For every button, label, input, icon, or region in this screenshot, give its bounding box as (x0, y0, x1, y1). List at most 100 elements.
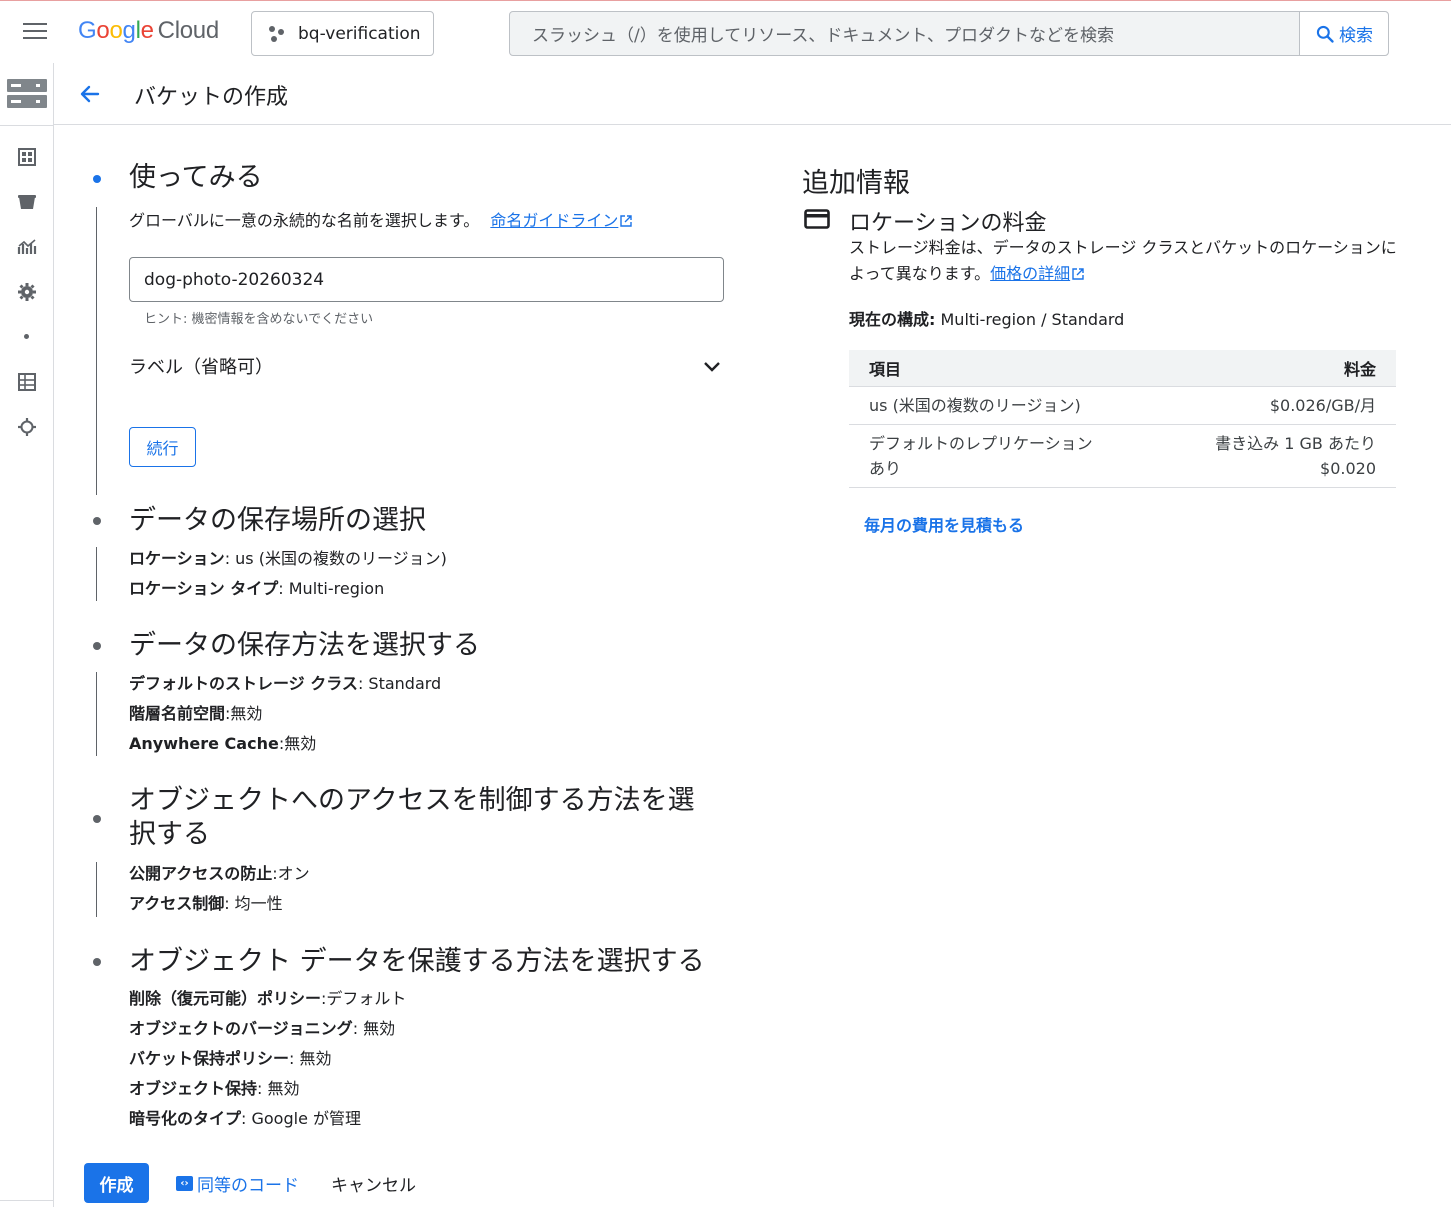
step-2-title[interactable]: データの保存場所の選択 (129, 504, 426, 538)
summary-value: :無効 (225, 704, 263, 723)
step-4-title-line: オブジェクトへのアクセスを制御する方法を選 (129, 785, 695, 816)
search-button[interactable]: 検索 (1299, 12, 1388, 55)
project-icon (268, 25, 286, 43)
bucket-name-input[interactable]: dog-photo-20260324 (129, 257, 724, 302)
step-4-title[interactable]: オブジェクトへのアクセスを制御する方法を選 択する (129, 784, 695, 852)
summary-value: : 無効 (352, 1019, 396, 1038)
current-configuration: 現在の構成: Multi-region / Standard (849, 306, 1124, 330)
continue-button[interactable]: 続行 (129, 427, 196, 467)
search-bar[interactable]: スラッシュ（/）を使用してリソース、ドキュメント、プロダクトなどを検索 検索 (509, 11, 1389, 56)
estimate-monthly-cost-link[interactable]: 毎月の費用を見積もる (864, 512, 1024, 536)
equivalent-code-label: 同等のコード (197, 1175, 299, 1196)
credit-card-icon (804, 209, 830, 229)
step-4-bullet (93, 815, 101, 823)
summary-key: 削除（復元可能）ポリシー (129, 989, 322, 1008)
summary-value: : us (米国の複数のリージョン) (224, 549, 447, 568)
step-1-bullet (93, 175, 101, 183)
summary-key: 階層名前空間 (129, 704, 226, 723)
labels-expander-label: ラベル（省略可） (129, 357, 273, 378)
release-notes-icon[interactable] (17, 417, 37, 437)
current-configuration-value: Multi-region / Standard (935, 310, 1125, 329)
summary-row: オブジェクト保持: 無効 (129, 1074, 406, 1104)
summary-key: Anywhere Cache (129, 734, 279, 753)
chevron-down-icon (704, 362, 720, 372)
summary-key: 暗号化のタイプ (129, 1109, 242, 1128)
search-input[interactable]: スラッシュ（/）を使用してリソース、ドキュメント、プロダクトなどを検索 (510, 12, 1299, 55)
pricing-item-line: あり (869, 458, 902, 478)
page-title: バケットの作成 (134, 85, 289, 110)
summary-row: ロケーション: us (米国の複数のリージョン) (129, 544, 447, 574)
back-arrow-icon[interactable] (78, 82, 102, 106)
summary-value: : Google が管理 (241, 1109, 362, 1128)
project-name: bq-verification (298, 23, 421, 44)
summary-key: ロケーション タイプ (129, 579, 279, 598)
pricing-price-line: 書き込み 1 GB あたり (1215, 433, 1376, 453)
bucket-name-hint: ヒント: 機密情報を含めないでください (144, 312, 374, 327)
step-1-description: グローバルに一意の永続的な名前を選択します。 命名ガイドライン (129, 207, 633, 231)
pricing-price: $0.026/GB/月 (1159, 385, 1396, 425)
summary-key: デフォルトのストレージ クラス (129, 674, 358, 693)
location-pricing-title: ロケーションの料金 (849, 211, 1047, 236)
step-3-bullet (93, 642, 101, 650)
summary-value: : Standard (357, 674, 442, 693)
settings-gear-icon[interactable] (17, 282, 37, 302)
search-button-label: 検索 (1339, 26, 1373, 46)
step-3-title[interactable]: データの保存方法を選択する (129, 629, 480, 663)
summary-key: オブジェクト保持 (129, 1079, 258, 1098)
pricing-details-link[interactable]: 価格の詳細 (990, 264, 1084, 283)
summary-row: 暗号化のタイプ: Google が管理 (129, 1104, 406, 1134)
rail-divider (0, 125, 54, 126)
bucket-name-value: dog-photo-20260324 (144, 269, 325, 290)
main-menu-icon[interactable] (23, 23, 47, 41)
project-picker-button[interactable]: bq-verification (251, 11, 434, 56)
external-link-icon (620, 215, 633, 227)
summary-value: :オン (272, 864, 310, 883)
storage-summary: デフォルトのストレージ クラス: Standard 階層名前空間:無効 Anyw… (129, 669, 441, 759)
column-header-item: 項目 (849, 350, 1160, 386)
pricing-table: 項目 料金 us (米国の複数のリージョン) $0.026/GB/月 デフォルト… (849, 350, 1396, 488)
summary-value: :無効 (278, 734, 317, 753)
cancel-button[interactable]: キャンセル (331, 1171, 416, 1196)
cloud-storage-product-icon[interactable] (6, 77, 48, 111)
summary-value: : Multi-region (278, 579, 385, 598)
step-4-connector (96, 862, 97, 917)
google-cloud-logo[interactable]: Google Cloud (78, 17, 219, 45)
location-pricing-text: ストレージ料金は、データのストレージ クラスとバケットのロケーションによって異な… (849, 238, 1397, 283)
naming-guidelines-link[interactable]: 命名ガイドライン (490, 211, 633, 230)
step-5-bullet (93, 958, 101, 966)
top-bar: Google Cloud bq-verification スラッシュ（/）を使用し… (0, 0, 1451, 63)
summary-key: オブジェクトのバージョニング (129, 1019, 353, 1038)
summary-row: 階層名前空間:無効 (129, 699, 441, 729)
step-5-title[interactable]: オブジェクト データを保護する方法を選択する (129, 945, 705, 979)
summary-value: : 無効 (257, 1079, 300, 1098)
step-1-connector (96, 207, 97, 495)
summary-value: : 均一性 (224, 894, 283, 913)
summary-row: デフォルトのストレージ クラス: Standard (129, 669, 441, 699)
location-pricing-description: ストレージ料金は、データのストレージ クラスとバケットのロケーションによって異な… (849, 235, 1399, 287)
summary-value: : 無効 (289, 1049, 332, 1068)
step-4-title-line: 択する (129, 819, 210, 850)
current-configuration-label: 現在の構成: (849, 310, 936, 329)
protection-summary: 削除（復元可能）ポリシー:デフォルト オブジェクトのバージョニング: 無効 バケ… (129, 984, 406, 1134)
pricing-item: デフォルトのレプリケーション あり (849, 424, 1160, 488)
summary-key: 公開アクセスの防止 (129, 864, 273, 883)
monitoring-chart-icon[interactable] (17, 237, 37, 257)
step-1-title[interactable]: 使ってみる (129, 161, 263, 195)
create-button[interactable]: 作成 (84, 1163, 149, 1203)
info-panel-title: 追加情報 (802, 168, 910, 199)
naming-guidelines-link-label: 命名ガイドライン (490, 211, 619, 230)
step-2-connector (96, 547, 97, 601)
product-nav-rail (0, 63, 54, 1207)
summary-row: アクセス制御: 均一性 (129, 889, 310, 919)
equivalent-code-button[interactable]: ‹› 同等のコード (176, 1171, 299, 1196)
pricing-details-label: 価格の詳細 (990, 264, 1071, 283)
summary-row: ロケーション タイプ: Multi-region (129, 574, 447, 604)
bucket-icon[interactable] (17, 192, 37, 212)
search-icon (1316, 25, 1334, 43)
summary-key: アクセス制御 (129, 894, 225, 913)
overview-dashboard-icon[interactable] (17, 147, 37, 167)
external-link-icon (1072, 268, 1084, 280)
code-icon: ‹› (176, 1175, 193, 1191)
labels-expander[interactable]: ラベル（省略可） (129, 351, 724, 381)
marketplace-grid-icon[interactable] (17, 372, 37, 392)
